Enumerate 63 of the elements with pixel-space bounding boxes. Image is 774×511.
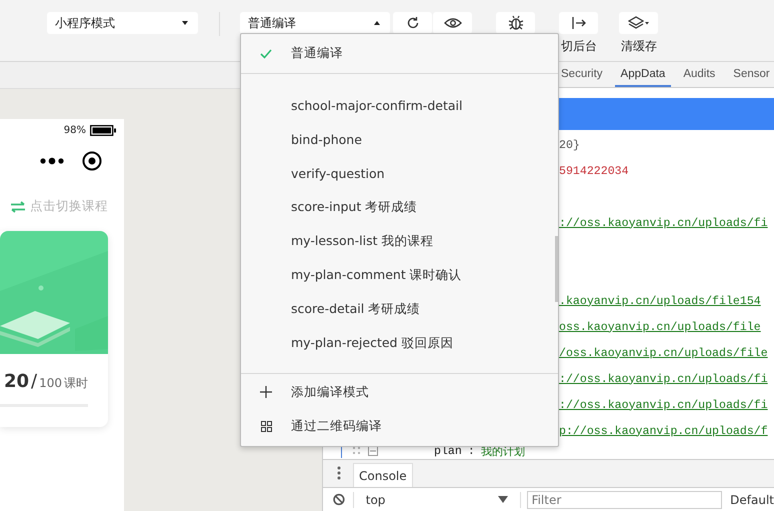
action-label: 清缓存 xyxy=(621,38,657,55)
swap-icon xyxy=(10,200,26,212)
console-tab[interactable]: Console xyxy=(353,463,413,487)
url-link[interactable]: /oss.kaoyanvip.cn/uploads/file xyxy=(559,346,768,360)
refresh-icon xyxy=(406,16,420,30)
url-link[interactable]: ://oss.kaoyanvip.cn/uploads/fi xyxy=(559,216,768,230)
collapse-icon[interactable] xyxy=(368,446,378,456)
url-link[interactable]: p://oss.kaoyanvip.cn/uploads/f xyxy=(559,424,768,438)
bug-icon xyxy=(508,15,524,31)
more-icon[interactable] xyxy=(40,157,64,165)
caret-icon xyxy=(182,21,188,25)
devtools-tab[interactable]: Sensor xyxy=(727,62,774,87)
plus-icon xyxy=(260,386,272,398)
menu-item[interactable]: my-plan-comment 课时确认 xyxy=(241,258,558,292)
dropdown-triangle-icon xyxy=(498,496,508,503)
exit-arrow-icon xyxy=(570,16,586,30)
check-icon xyxy=(260,48,272,58)
clear-cache-button[interactable] xyxy=(619,12,658,34)
battery-level: 98% xyxy=(64,124,86,136)
compile-mode-select[interactable]: 普通编译 xyxy=(240,12,390,34)
clear-block-icon[interactable] xyxy=(333,493,345,506)
menu-item[interactable]: verify-question xyxy=(241,156,558,190)
url-link[interactable]: ://oss.kaoyanvip.cn/uploads/fi xyxy=(559,372,768,386)
scrollbar-thumb[interactable] xyxy=(555,236,558,302)
url-link[interactable]: oss.kaoyanvip.cn/uploads/file xyxy=(559,320,761,334)
url-link[interactable]: .kaoyanvip.cn/uploads/file154 xyxy=(559,294,761,308)
menu-item[interactable]: school-major-confirm-detail xyxy=(241,88,558,122)
menu-item[interactable]: my-lesson-list 我的课程 xyxy=(241,224,558,258)
debug-button[interactable] xyxy=(496,12,535,34)
refresh-button[interactable] xyxy=(393,12,432,34)
filter-field[interactable]: Filter xyxy=(526,490,722,508)
menu-item[interactable]: 普通编译 xyxy=(241,34,558,74)
menu-item[interactable]: my-plan-rejected 驳回原因 xyxy=(241,326,558,360)
key-colon: : xyxy=(468,444,475,458)
caret-icon xyxy=(374,21,380,25)
background-button[interactable] xyxy=(559,12,598,34)
context-select[interactable]: top xyxy=(362,492,512,506)
log-levels-select[interactable]: Default xyxy=(730,492,774,506)
mode-select[interactable]: 小程序模式 xyxy=(47,12,198,34)
url-link[interactable]: ://oss.kaoyanvip.cn/uploads/fi xyxy=(559,398,768,412)
data-key: plan xyxy=(434,444,462,458)
preview-button[interactable] xyxy=(433,12,472,34)
qr-code-icon xyxy=(260,420,272,432)
devtools-tab[interactable]: AppData xyxy=(614,62,672,87)
battery-icon xyxy=(90,124,116,136)
completed-hours: 20 xyxy=(4,371,30,392)
menu-item[interactable]: 添加编译模式 xyxy=(241,375,558,409)
close-target-icon[interactable] xyxy=(82,151,102,171)
hours-unit: 课时 xyxy=(64,375,88,392)
menu-item[interactable]: bind-phone xyxy=(241,122,558,156)
menu-item[interactable]: score-detail 考研成绩 xyxy=(241,292,558,326)
number-value: 5914222034 xyxy=(559,164,629,178)
eye-icon xyxy=(444,17,462,29)
separator-slash: / xyxy=(31,371,38,392)
layers-icon xyxy=(628,16,650,30)
menu-item[interactable]: score-input 考研成绩 xyxy=(241,190,558,224)
total-hours: 100 xyxy=(39,376,62,390)
devtools-tab[interactable]: Audits xyxy=(677,62,722,87)
action-label: 切后台 xyxy=(561,38,597,55)
menu-item[interactable]: 通过二维码编译 xyxy=(241,409,558,443)
more-vertical-icon[interactable] xyxy=(337,466,341,480)
data-value: 20} xyxy=(559,138,580,152)
devtools-tab[interactable]: Security xyxy=(555,62,609,87)
